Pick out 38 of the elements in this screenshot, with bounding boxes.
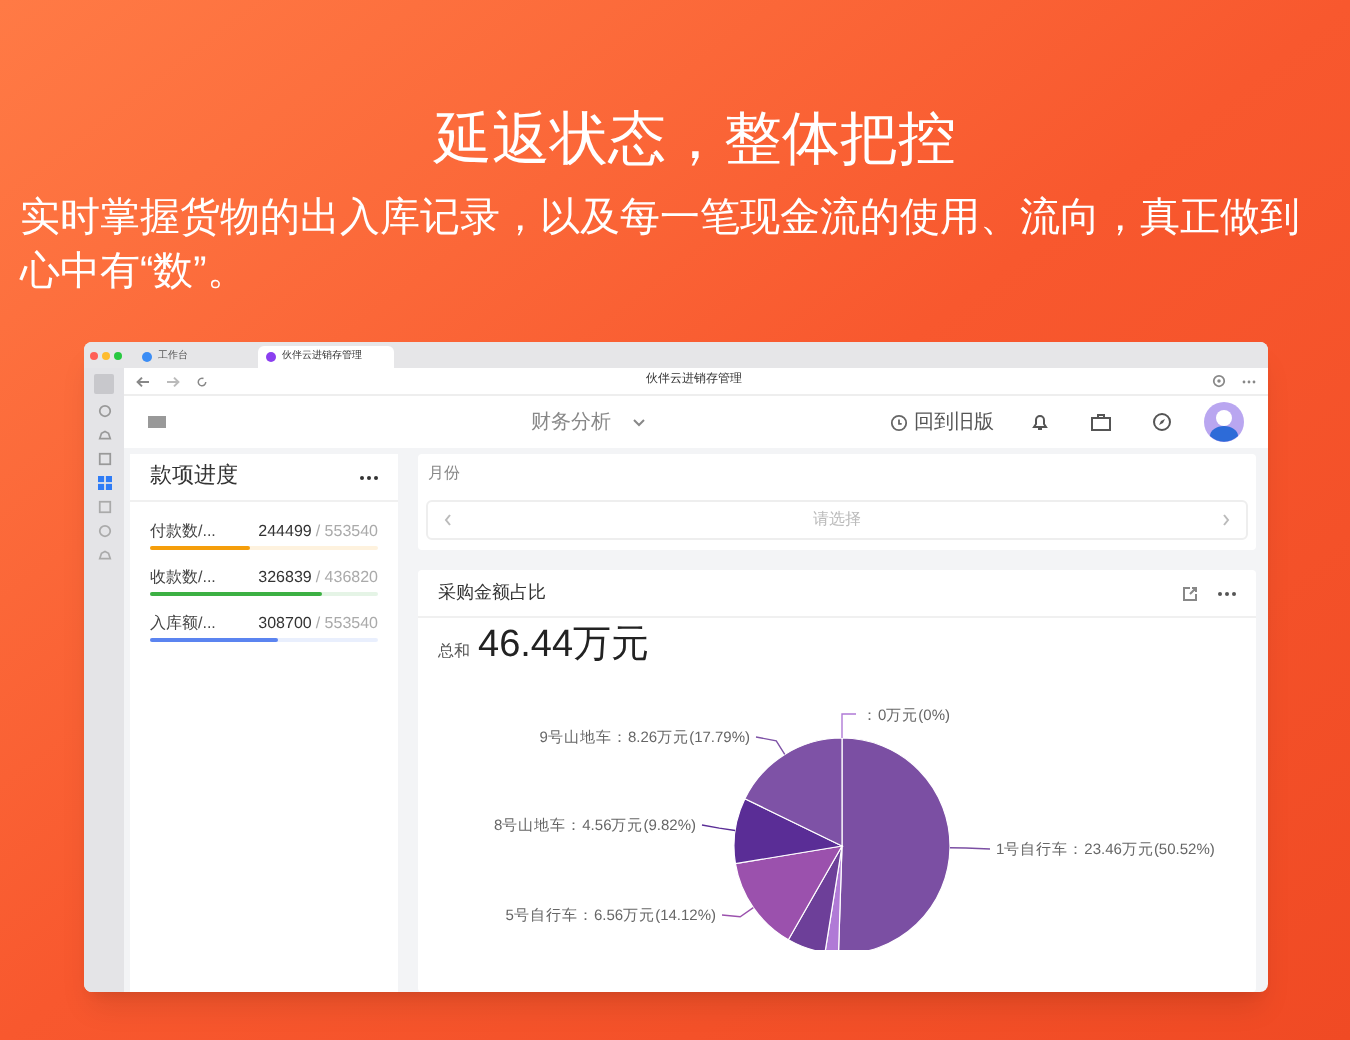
tab-favicon-icon — [266, 352, 276, 362]
bell-icon[interactable] — [1030, 412, 1050, 432]
progress-total: / 553540 — [315, 614, 378, 634]
external-link-icon[interactable] — [1182, 585, 1198, 601]
compass-icon[interactable] — [1152, 412, 1172, 432]
settings-icon[interactable] — [1212, 374, 1226, 388]
reload-icon[interactable] — [196, 375, 208, 387]
leader-line — [949, 847, 991, 850]
leader-line — [721, 906, 755, 918]
chevron-right-icon[interactable] — [1222, 514, 1230, 526]
progress-value: 244499 — [258, 522, 312, 542]
app-title[interactable]: 财务分析 — [531, 407, 611, 437]
subtitle: 实时掌握货物的出入库记录，以及每一笔现金流的使用、流向，真正做到心中有“数”。 — [17, 194, 1302, 298]
progress-total: / 436820 — [315, 568, 378, 588]
filter-label: 月份 — [426, 462, 462, 486]
forward-arrow-icon[interactable] — [166, 375, 180, 387]
progress-value: 308700 — [258, 614, 312, 634]
avatar-icon[interactable] — [1204, 402, 1244, 442]
progress-value: 326839 — [258, 568, 312, 588]
progress-label: 付款数/... — [150, 522, 216, 542]
chevron-down-icon[interactable] — [631, 417, 645, 427]
tab-favicon-icon — [142, 352, 152, 362]
progress-total: / 553540 — [315, 522, 378, 542]
total-value: 46.44万元 — [478, 622, 650, 670]
progress-label: 收款数/... — [150, 568, 216, 588]
leader-line — [701, 824, 736, 832]
briefcase-icon[interactable] — [1090, 412, 1112, 432]
chevron-left-icon[interactable] — [444, 514, 452, 526]
back-to-old-version-button[interactable]: 回到旧版 — [890, 407, 994, 437]
card-title: 采购金额占比 — [438, 579, 546, 606]
leader-line — [755, 736, 786, 756]
back-arrow-icon[interactable] — [136, 375, 150, 387]
headline: 延返状态，整体把控 — [431, 106, 956, 176]
total-label: 总和 — [438, 640, 470, 664]
leader-line — [841, 713, 857, 739]
grid-icon[interactable] — [97, 476, 111, 490]
progress-label: 入库额/... — [150, 614, 216, 634]
card-title: 款项进度 — [150, 461, 238, 493]
